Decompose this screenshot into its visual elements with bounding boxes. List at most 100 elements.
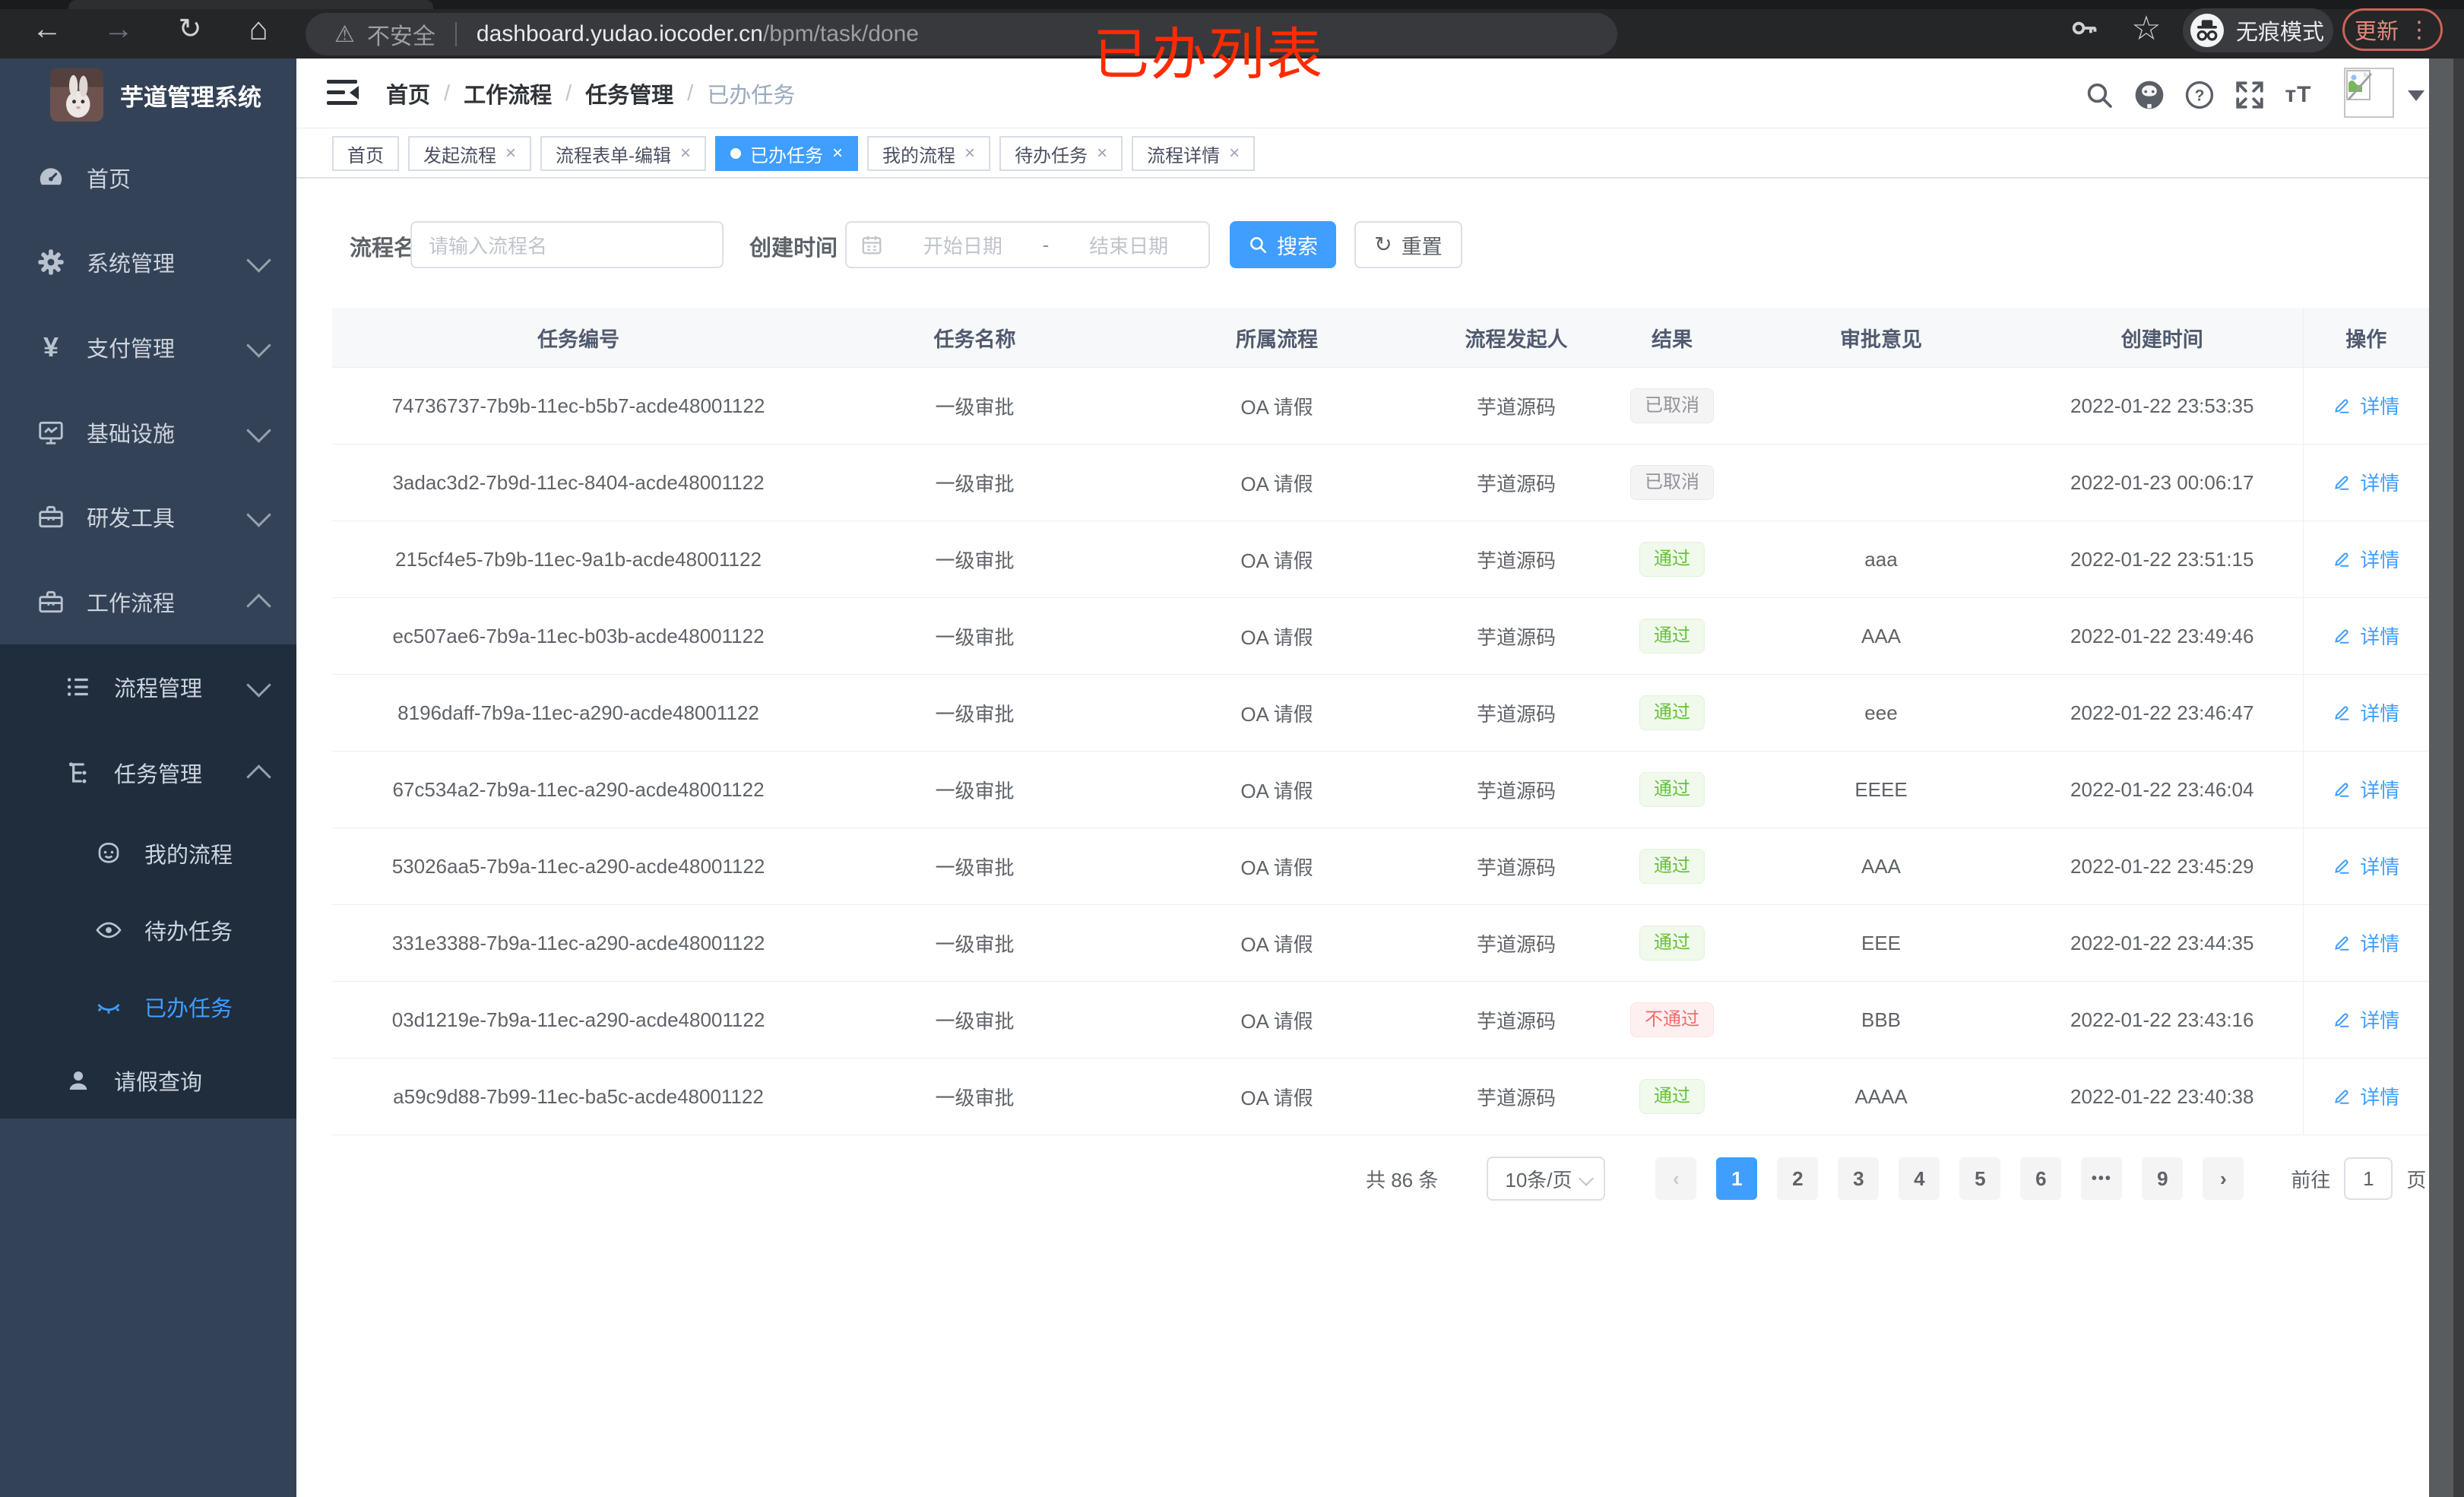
sidebar-item-task-management[interactable]: 任务管理 (0, 730, 296, 815)
goto-page-input[interactable]: 1 (2344, 1157, 2393, 1200)
breadcrumb-workflow[interactable]: 工作流程 (464, 78, 552, 109)
cell-task-id: 67c534a2-7b9a-11ec-a290-acde48001122 (332, 751, 825, 828)
page-button[interactable]: 9 (2142, 1157, 2184, 1200)
update-label[interactable]: 更新 (2355, 14, 2399, 46)
end-date-placeholder[interactable]: 结束日期 (1049, 231, 1208, 259)
sidebar-item-my-process[interactable]: 我的流程 (0, 815, 296, 891)
edit-pen-icon (2335, 552, 2349, 568)
eye-open-icon (94, 916, 123, 945)
cell-created: 2022-01-23 00:06:17 (2022, 444, 2303, 521)
page-button[interactable]: 6 (2020, 1157, 2062, 1200)
scrollbar-thumb[interactable] (2429, 59, 2453, 1497)
close-icon[interactable]: × (832, 144, 843, 163)
search-button[interactable]: 搜索 (1230, 221, 1336, 268)
cell-comment: AAA (1740, 828, 2022, 905)
url-host[interactable]: dashboard.yudao.iocoder.cn (477, 21, 763, 47)
breadcrumb-home[interactable]: 首页 (386, 78, 430, 109)
sidebar-item-workflow[interactable]: 工作流程 (0, 559, 296, 644)
help-icon[interactable]: ? (2180, 75, 2219, 115)
sidebar-item-payment[interactable]: ¥ 支付管理 (0, 305, 296, 390)
avatar[interactable] (2344, 68, 2394, 118)
cell-initiator: 芋道源码 (1429, 904, 1604, 982)
sidebar-item-home[interactable]: 首页 (0, 135, 296, 220)
sidebar-item-done-tasks[interactable]: 已办任务 (0, 969, 296, 1045)
breadcrumb-task-management[interactable]: 任务管理 (585, 78, 673, 109)
tab-process-detail[interactable]: 流程详情 × (1132, 136, 1256, 171)
avatar-caret-icon[interactable] (2408, 90, 2424, 101)
detail-button[interactable]: 详情 (2333, 391, 2399, 419)
process-name-input[interactable]: 请输入流程名 (410, 221, 724, 268)
close-icon[interactable]: × (680, 144, 691, 163)
browser-update-button[interactable]: 更新 ⋮ (2342, 8, 2443, 51)
reload-icon[interactable]: ↻ (169, 8, 211, 50)
detail-button[interactable]: 详情 (2333, 852, 2399, 880)
github-icon[interactable] (2130, 75, 2169, 115)
sidebar-item-todo-tasks[interactable]: 待办任务 (0, 892, 296, 968)
fullscreen-icon[interactable] (2230, 75, 2269, 115)
sidebar-item-process-management[interactable]: 流程管理 (0, 644, 296, 730)
cell-comment: EEEE (1740, 751, 2022, 828)
tab-start-process[interactable]: 发起流程 × (408, 136, 532, 171)
address-bar[interactable]: ⚠ 不安全 dashboard.yudao.iocoder.cn/bpm/tas… (306, 13, 1617, 55)
page-button[interactable]: 2 (1777, 1157, 1819, 1200)
page-button[interactable]: 5 (1959, 1157, 2001, 1200)
tab-todo-tasks[interactable]: 待办任务 × (999, 136, 1123, 171)
page-size-select[interactable]: 10条/页 (1487, 1157, 1606, 1201)
start-date-placeholder[interactable]: 开始日期 (883, 231, 1043, 259)
cell-task-id: a59c9d88-7b99-11ec-ba5c-acde48001122 (332, 1058, 825, 1135)
close-icon[interactable]: × (1229, 144, 1240, 163)
detail-button[interactable]: 详情 (2333, 1005, 2399, 1033)
cell-initiator: 芋道源码 (1429, 981, 1604, 1059)
tab-done-tasks[interactable]: 已办任务 × (715, 136, 859, 171)
detail-button[interactable]: 详情 (2333, 1082, 2399, 1110)
bookmark-star-icon[interactable]: ☆ (2125, 8, 2168, 50)
url-path[interactable]: /bpm/task/done (763, 21, 919, 47)
key-icon[interactable] (2070, 14, 2113, 43)
security-label[interactable]: 不安全 (367, 17, 435, 51)
search-icon[interactable] (2079, 75, 2119, 115)
tab-my-process[interactable]: 我的流程 × (867, 136, 991, 171)
cell-actions: 详情 (2302, 597, 2429, 675)
page-button[interactable]: 1 (1716, 1157, 1758, 1200)
tab-form-editor[interactable]: 流程表单-编辑 × (540, 136, 707, 171)
close-icon[interactable]: × (1097, 144, 1107, 163)
detail-button[interactable]: 详情 (2333, 775, 2399, 803)
range-separator: - (1042, 233, 1050, 256)
cell-actions: 详情 (2302, 751, 2429, 828)
cell-result: 不通过 (1604, 981, 1740, 1059)
sidebar-item-devtools[interactable]: 研发工具 (0, 474, 296, 559)
detail-button[interactable]: 详情 (2333, 929, 2399, 957)
detail-button[interactable]: 详情 (2333, 622, 2399, 650)
url-divider (454, 22, 457, 46)
cell-task-id: 3adac3d2-7b9d-11ec-8404-acde48001122 (332, 444, 825, 521)
reset-button[interactable]: ↻ 重置 (1354, 221, 1462, 268)
tab-home[interactable]: 首页 (332, 136, 399, 171)
cell-comment: AAAA (1740, 1058, 2022, 1135)
page-scrollbar[interactable] (2429, 59, 2464, 1497)
page-button[interactable]: 3 (1838, 1157, 1880, 1200)
page-button[interactable]: 4 (1899, 1157, 1940, 1200)
detail-button[interactable]: 详情 (2333, 468, 2399, 496)
sidebar-item-leave-query[interactable]: 请假查询 (0, 1043, 296, 1119)
app-logo-row[interactable]: 芋道管理系统 (0, 68, 296, 122)
sidebar-collapse-icon[interactable] (327, 78, 360, 109)
close-icon[interactable]: × (505, 144, 516, 163)
cell-actions: 详情 (2302, 828, 2429, 905)
font-size-icon[interactable]: ᴛT (2279, 75, 2318, 115)
search-icon (1250, 237, 1267, 254)
sidebar-item-infrastructure[interactable]: 基础设施 (0, 390, 296, 475)
home-icon[interactable]: ⌂ (237, 8, 280, 50)
date-range-picker[interactable]: 开始日期 - 结束日期 (845, 221, 1210, 268)
page-button[interactable]: ••• (2081, 1157, 2123, 1200)
page-button[interactable]: › (2203, 1157, 2244, 1200)
sidebar-item-system[interactable]: 系统管理 (0, 220, 296, 305)
browser-menu-icon[interactable]: ⋮ (2408, 17, 2431, 43)
back-icon[interactable]: ← (26, 8, 68, 50)
detail-button[interactable]: 详情 (2333, 698, 2399, 726)
page-button[interactable]: ‹ (1655, 1157, 1697, 1200)
table-row: 8196daff-7b9a-11ec-a290-acde48001122 一级审… (332, 674, 2429, 752)
forward-icon[interactable]: → (97, 8, 140, 50)
list-tree-icon (64, 673, 93, 701)
close-icon[interactable]: × (964, 144, 975, 163)
detail-button[interactable]: 详情 (2333, 545, 2399, 573)
